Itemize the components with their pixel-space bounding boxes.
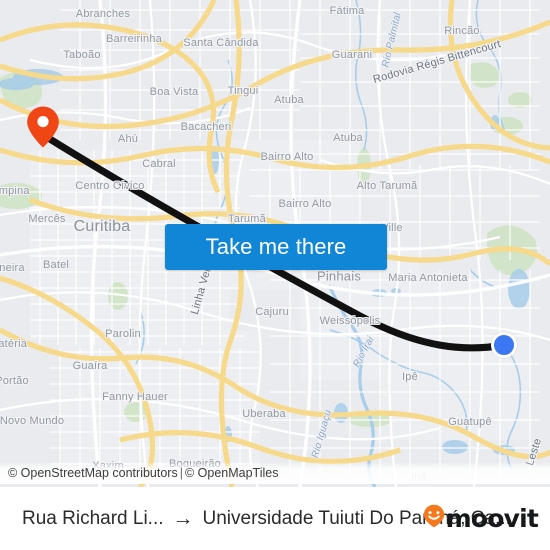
arrow-right-icon: → (172, 507, 194, 530)
moovit-map-card: .w { fill:none; stroke:#ffffff; stroke-w… (0, 0, 550, 550)
take-me-there-button[interactable]: Take me there (165, 224, 387, 270)
route-origin-label: Rua Richard Li... (22, 507, 164, 529)
moovit-pin-icon (423, 504, 445, 533)
take-me-there-label: Take me there (205, 234, 347, 259)
map-canvas[interactable]: .w { fill:none; stroke:#ffffff; stroke-w… (0, 0, 550, 487)
map-attribution: © OpenStreetMap contributors | © OpenMapTi… (0, 462, 550, 484)
destination-dot-marker[interactable] (491, 332, 517, 358)
footer-bar: Rua Richard Li... → Universidade Tuiuti … (0, 487, 550, 550)
attribution-separator: | (179, 466, 183, 480)
moovit-logo[interactable]: moovit (413, 504, 539, 533)
attribution-osm[interactable]: © OpenStreetMap contributors (8, 466, 178, 480)
moovit-wordmark: moovit (445, 504, 539, 533)
route-summary: Rua Richard Li... → Universidade Tuiuti … (22, 507, 511, 530)
attribution-openmaptiles[interactable]: © OpenMapTiles (185, 466, 279, 480)
origin-pin-marker[interactable] (26, 105, 60, 149)
